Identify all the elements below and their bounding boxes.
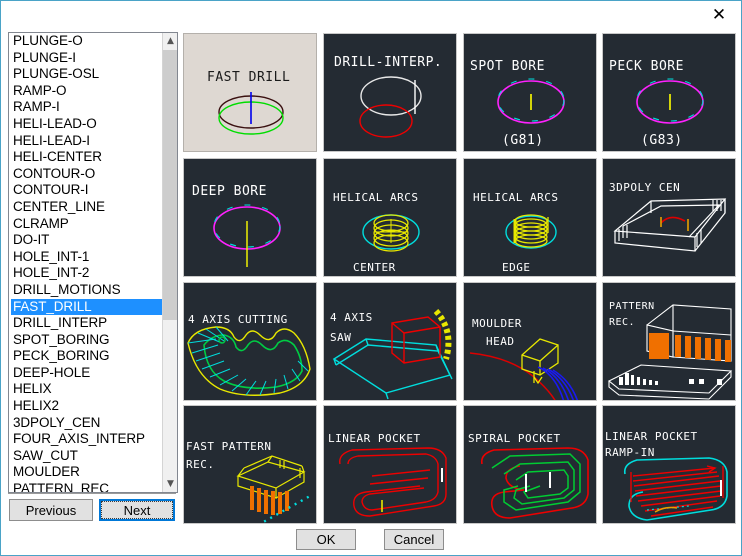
title-bar: ✕ [1,1,741,28]
list-item[interactable]: DEEP-HOLE [11,365,162,382]
tile-moulder-head-sublabel: HEAD [486,335,515,348]
list-item[interactable]: RAMP-O [11,83,162,100]
ok-button[interactable]: OK [296,529,356,550]
divider [8,493,176,494]
tile-peck-bore-sublabel: (G83) [641,133,683,148]
tile-moulder-head-label: MOULDER [472,317,522,330]
tile-pattern-rec[interactable]: PATTERN REC. [602,282,736,401]
tile-peck-bore-label: PECK BORE [609,59,684,74]
list-item[interactable]: HELI-CENTER [11,149,162,166]
tile-drill-interp-label: DRILL-INTERP. [334,55,442,70]
list-item[interactable]: HELI-LEAD-I [11,133,162,150]
tile-4-axis-saw-label: 4 AXIS [330,311,373,324]
list-item[interactable]: HOLE_INT-1 [11,249,162,266]
list-item[interactable]: 3DPOLY_CEN [11,415,162,432]
tile-fast-drill[interactable]: FAST DRILL [183,33,317,152]
close-icon[interactable]: ✕ [705,5,733,25]
list-item[interactable]: CONTOUR-O [11,166,162,183]
tile-helical-arcs-center-sublabel: CENTER [353,261,396,274]
tile-3dpoly-cen-label: 3DPOLY CEN [609,181,680,194]
tile-linear-pocket-ramp-sublabel: RAMP-IN [605,446,655,459]
tile-4-axis-cutting[interactable]: 4 AXIS CUTTING [183,282,317,401]
list-item[interactable]: SAW_CUT [11,448,162,465]
list-item[interactable]: HELI-LEAD-O [11,116,162,133]
tile-helical-arcs-edge[interactable]: HELICAL ARCS EDGE [463,158,597,277]
tile-fast-pattern-rec[interactable]: FAST PATTERN REC. [183,405,317,524]
tile-pattern-rec-label: PATTERN [609,301,655,312]
next-button-label: Next [101,501,173,519]
tile-4-axis-saw[interactable]: 4 AXIS SAW [323,282,457,401]
list-item[interactable]: CONTOUR-I [11,182,162,199]
tile-moulder-head[interactable]: MOULDER HEAD [463,282,597,401]
list-item[interactable]: RAMP-I [11,99,162,116]
chevron-down-icon[interactable]: ▼ [163,476,177,492]
cancel-button[interactable]: Cancel [384,529,444,550]
tile-spot-bore[interactable]: SPOT BORE (G81) [463,33,597,152]
tile-peck-bore[interactable]: PECK BORE (G83) [602,33,736,152]
tile-spot-bore-label: SPOT BORE [470,59,545,74]
list-item[interactable]: PLUNGE-OSL [11,66,162,83]
list-item[interactable]: FOUR_AXIS_INTERP [11,431,162,448]
template-picker-dialog: ✕ PLUNGE-O PLUNGE-I PLUNGE-OSL RAMP-O RAMP-I… [0,0,742,556]
list-item[interactable]: PLUNGE-O [11,33,162,50]
tile-spot-bore-sublabel: (G81) [502,133,544,148]
tile-linear-pocket[interactable]: LINEAR POCKET [323,405,457,524]
list-item[interactable]: DO-IT [11,232,162,249]
previous-button[interactable]: Previous [9,499,93,521]
list-item[interactable]: SPOT_BORING [11,332,162,349]
list-item[interactable]: HOLE_INT-2 [11,265,162,282]
tile-linear-pocket-ramp-in[interactable]: LINEAR POCKET RAMP-IN [602,405,736,524]
tile-4-axis-saw-sublabel: SAW [330,331,351,344]
list-item[interactable]: PATTERN_REC [11,481,162,492]
tile-helical-arcs-edge-label: HELICAL ARCS [473,191,558,204]
tile-linear-pocket-ramp-label: LINEAR POCKET [605,430,698,443]
tile-fast-pattern-rec-label: FAST PATTERN [186,440,271,453]
list-item[interactable]: DRILL_INTERP [11,315,162,332]
list-item[interactable]: PECK_BORING [11,348,162,365]
tile-deep-bore-label: DEEP BORE [192,184,267,199]
scrollbar-thumb[interactable] [163,50,177,320]
tile-helical-arcs-edge-sublabel: EDGE [502,261,531,274]
list-item[interactable]: FAST_DRILL [11,298,162,316]
tile-linear-pocket-label: LINEAR POCKET [328,432,421,445]
chevron-up-icon[interactable]: ▲ [163,33,177,49]
tile-deep-bore[interactable]: DEEP BORE [183,158,317,277]
template-list-items[interactable]: PLUNGE-O PLUNGE-I PLUNGE-OSL RAMP-O RAMP-I HE… [9,33,162,492]
list-item[interactable]: PLUNGE-I [11,50,162,67]
tile-spiral-pocket-label: SPIRAL POCKET [468,432,561,445]
tile-fast-pattern-rec-sublabel: REC. [186,458,215,471]
tile-spiral-pocket[interactable]: SPIRAL POCKET [463,405,597,524]
list-item[interactable]: CLRAMP [11,216,162,233]
tile-drill-interp[interactable]: DRILL-INTERP. [323,33,457,152]
tile-3dpoly-cen[interactable]: 3DPOLY CEN [602,158,736,277]
next-button[interactable]: Next [99,499,175,521]
template-thumbnail-grid: FAST DRILL DRILL-INTERP. SPOT BORE (G81)… [183,33,736,524]
template-list[interactable]: PLUNGE-O PLUNGE-I PLUNGE-OSL RAMP-O RAMP-I HE… [8,32,178,493]
list-scrollbar[interactable]: ▲ ▼ [162,33,177,492]
list-item[interactable]: DRILL_MOTIONS [11,282,162,299]
list-item[interactable]: MOULDER [11,464,162,481]
tile-4-axis-cutting-label: 4 AXIS CUTTING [188,313,288,326]
list-item[interactable]: HELIX [11,381,162,398]
list-item[interactable]: HELIX2 [11,398,162,415]
tile-helical-arcs-center-label: HELICAL ARCS [333,191,418,204]
tile-fast-drill-label: FAST DRILL [207,70,290,85]
list-item[interactable]: CENTER_LINE [11,199,162,216]
tile-pattern-rec-sublabel: REC. [609,317,635,328]
tile-helical-arcs-center[interactable]: HELICAL ARCS CENTER [323,158,457,277]
